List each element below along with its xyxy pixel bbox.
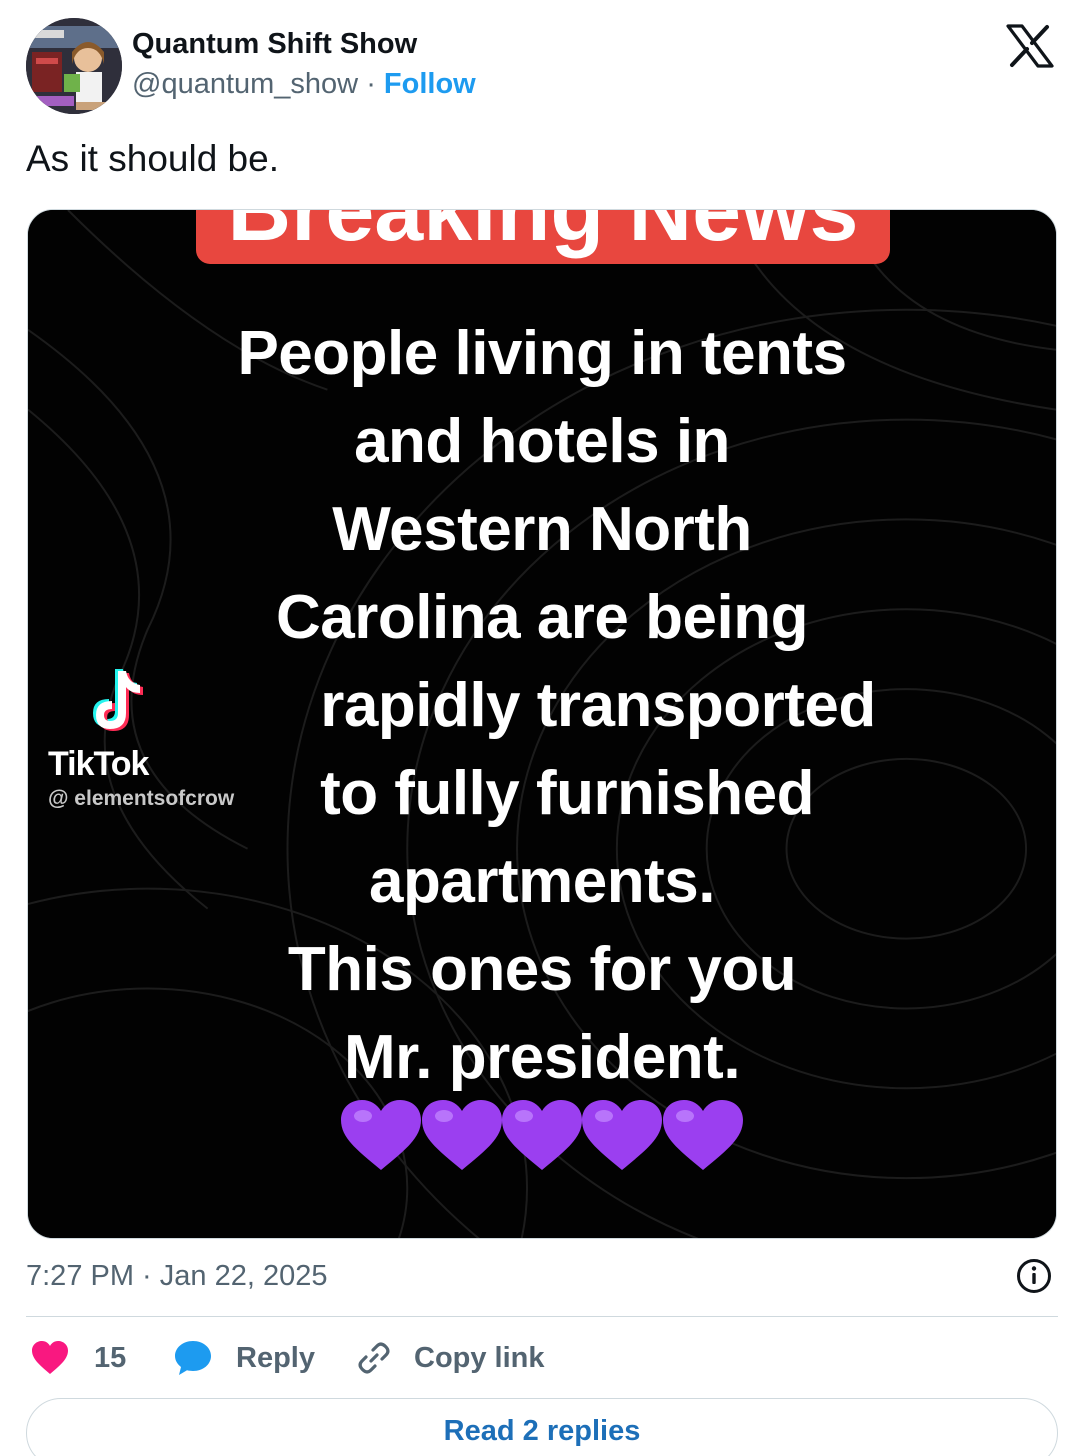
purple-heart-icon [662,1100,743,1170]
info-icon[interactable] [1016,1258,1052,1294]
timestamp[interactable]: 7:27 PM · Jan 22, 2025 [26,1260,327,1293]
media-text-line: Western North [332,495,752,564]
reply-label: Reply [236,1341,315,1374]
read-replies-button[interactable]: Read 2 replies [26,1398,1058,1456]
x-logo-icon[interactable] [1006,24,1054,68]
heart-icon [32,1341,68,1374]
author-handle-row: @quantum_show · Follow [132,68,476,101]
media-text-line: Carolina are being [276,583,808,652]
reply-bubble-icon [175,1341,211,1375]
media-text-line: apartments. [369,847,715,916]
link-icon [358,1342,390,1374]
timestamp-row: 7:27 PM · Jan 22, 2025 [26,1258,1056,1298]
action-bar: 15 Reply Copy link [26,1332,1056,1388]
media-text-line: and hotels in [354,407,730,476]
copy-link-button[interactable]: Copy link [356,1332,545,1384]
breaking-news-banner: Breaking News [196,209,890,264]
tiktok-brand-label: TikTok [48,745,149,783]
media-text-line: Mr. president. [343,1023,741,1092]
divider [26,1316,1058,1317]
handle-separator: · [366,68,376,100]
tweet-text: As it should be. [26,138,279,179]
purple-hearts-row [28,1098,1056,1177]
author-display-name[interactable]: Quantum Shift Show [132,28,417,61]
breaking-news-text: Breaking News [227,209,859,259]
avatar[interactable] [26,18,122,114]
tweet-media[interactable]: Breaking News People living in tents and… [27,209,1057,1239]
purple-heart-icon [421,1100,502,1170]
media-text-line: This ones for you [287,935,797,1004]
copy-link-label: Copy link [414,1341,545,1374]
author-handle[interactable]: @quantum_show [132,68,358,100]
tiktok-watermark: TikTok @ elementsofcrow [44,665,324,825]
purple-heart-icon [502,1100,582,1170]
tiktok-logo-icon [93,669,143,731]
like-button[interactable]: 15 [30,1332,126,1384]
purple-heart-icon [341,1100,422,1170]
avatar-image-icon [26,18,122,114]
reply-button[interactable]: Reply [174,1332,315,1384]
tiktok-username: @ elementsofcrow [48,787,235,810]
read-replies-label: Read 2 replies [443,1415,641,1447]
follow-button[interactable]: Follow [384,68,476,100]
tweet-header: Quantum Shift Show @quantum_show · Follo… [26,18,1066,118]
purple-heart-icon [582,1100,663,1170]
like-count: 15 [94,1341,127,1374]
media-text-line: People living in tents [237,319,847,388]
